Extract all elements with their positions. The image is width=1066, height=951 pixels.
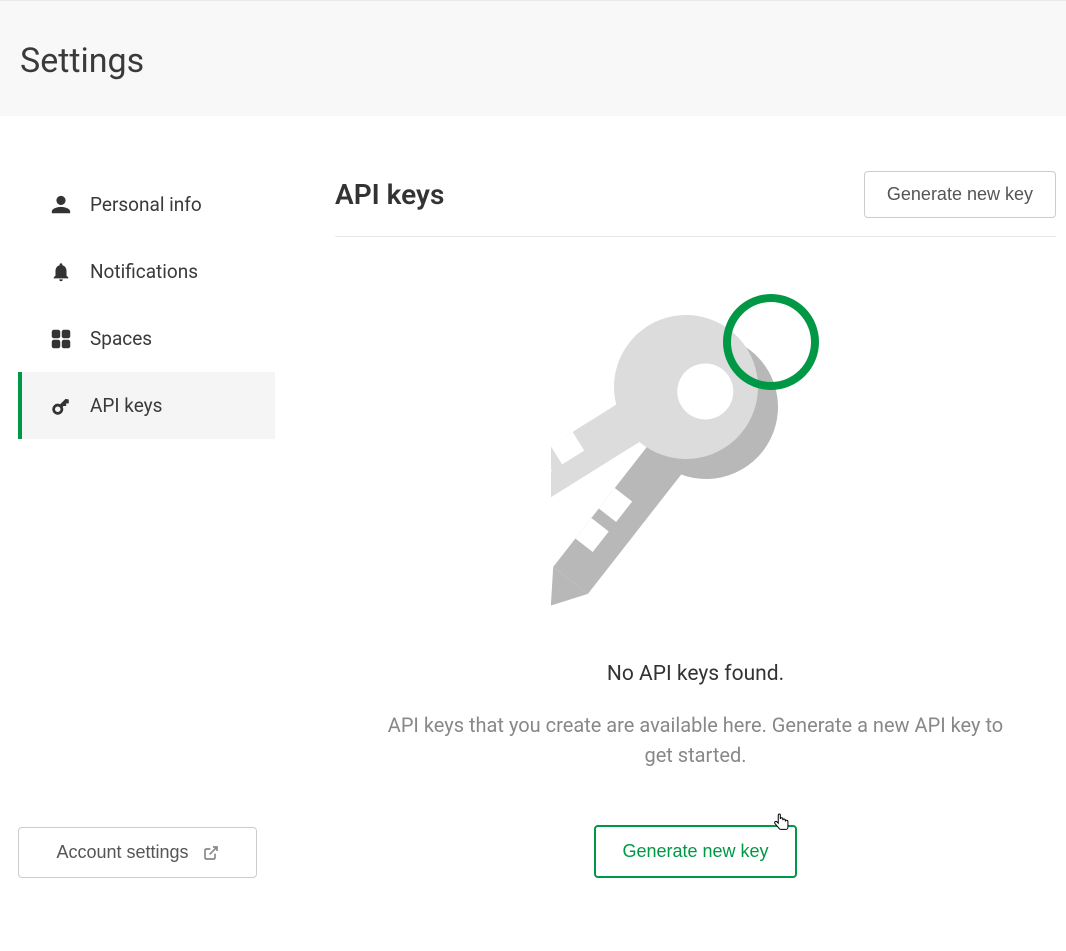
person-icon [50,194,72,216]
page-title: Settings [20,41,1046,81]
content-area: Personal info Notifications Space [0,116,1066,878]
sidebar-item-label: Personal info [90,193,202,216]
section-title: API keys [335,178,444,211]
sidebar-item-api-keys[interactable]: API keys [18,372,275,439]
generate-new-key-button-top[interactable]: Generate new key [864,171,1056,218]
generate-new-key-button-primary[interactable]: Generate new key [594,825,796,878]
sidebar-item-label: API keys [90,394,162,417]
sidebar-item-notifications[interactable]: Notifications [18,238,275,305]
sidebar-item-personal-info[interactable]: Personal info [18,171,275,238]
sidebar-item-label: Notifications [90,260,198,283]
sidebar-item-label: Spaces [90,327,152,350]
sidebar: Personal info Notifications Space [0,171,275,878]
empty-state-title: No API keys found. [607,662,784,686]
main-header: API keys Generate new key [335,171,1056,237]
keys-illustration [551,292,841,622]
main-panel: API keys Generate new key [275,171,1066,878]
sidebar-item-spaces[interactable]: Spaces [18,305,275,372]
external-link-icon [203,845,219,861]
bell-icon [50,261,72,283]
empty-state: No API keys found. API keys that you cre… [335,237,1056,878]
sidebar-items: Personal info Notifications Space [18,171,275,697]
empty-state-description: API keys that you create are available h… [376,710,1016,770]
page-header: Settings [0,0,1066,116]
account-settings-label: Account settings [56,842,188,863]
account-settings-button[interactable]: Account settings [18,827,257,878]
key-icon [50,395,72,417]
grid-icon [50,328,72,350]
cursor-hand-icon [772,812,792,836]
